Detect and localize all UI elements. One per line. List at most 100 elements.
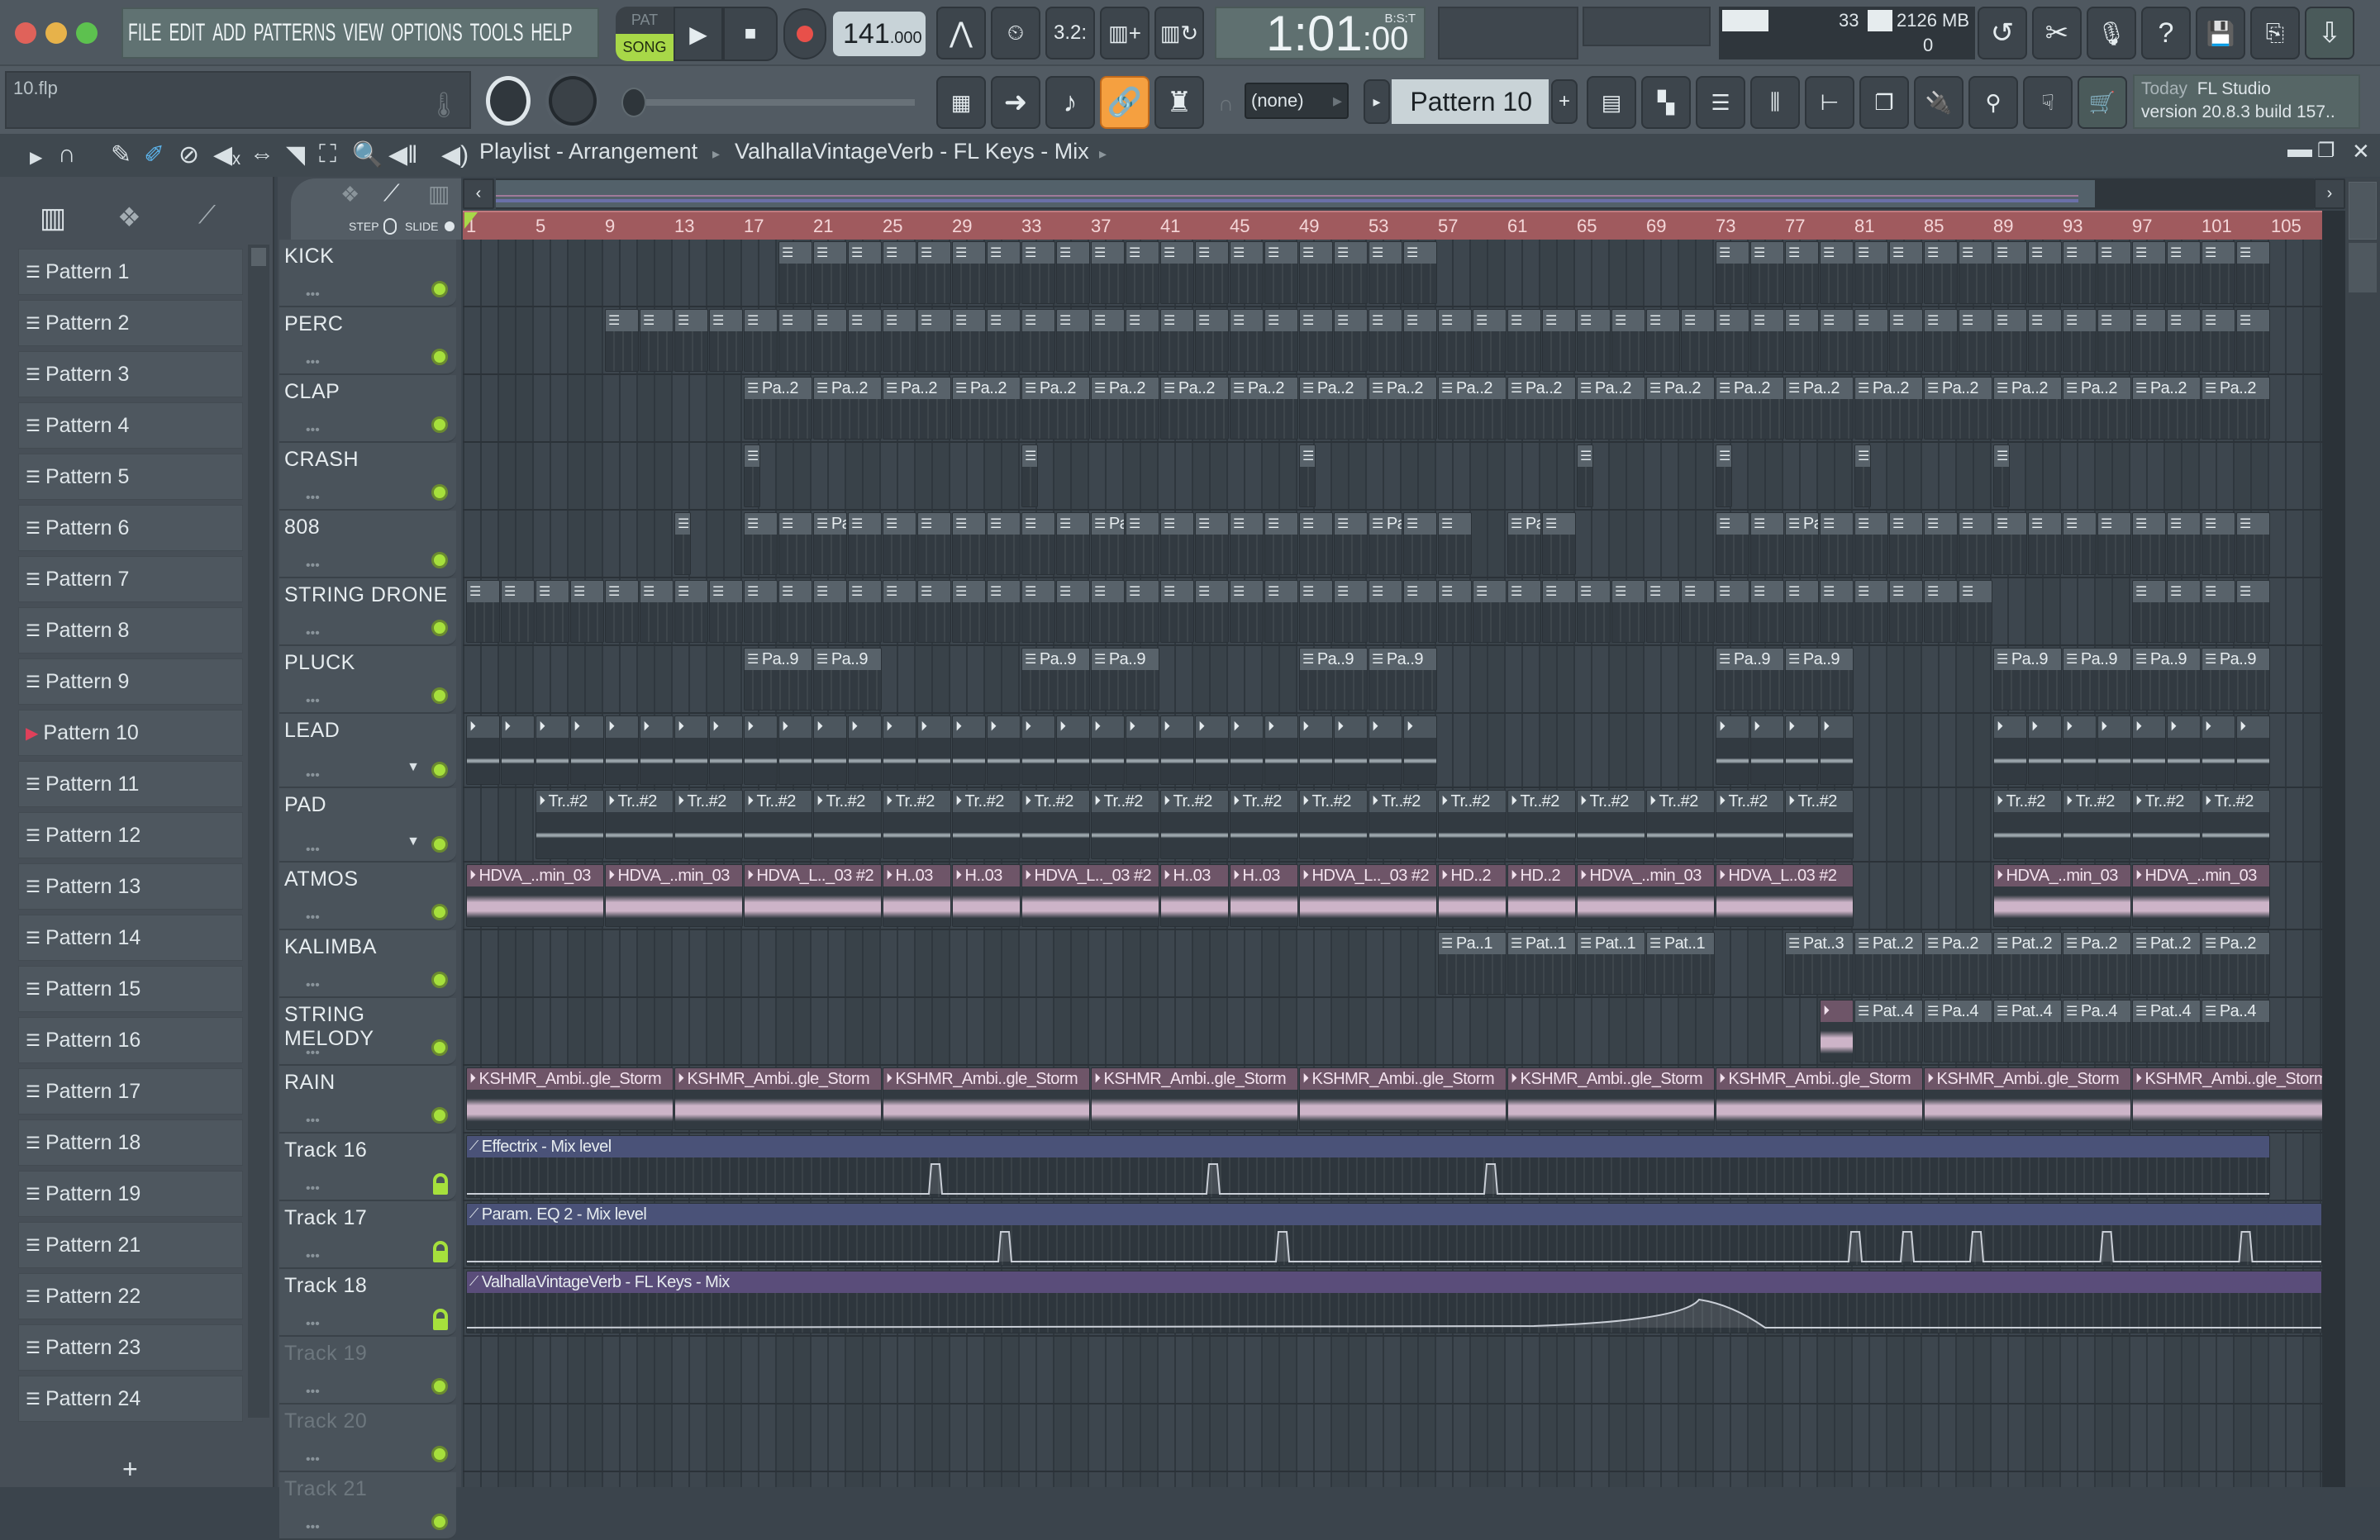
clip[interactable]: ⏵ KSHMR_Ambi..gle_Storm xyxy=(674,1067,882,1130)
add-pattern-plus-button[interactable]: + xyxy=(122,1454,138,1485)
clip[interactable]: ☰ xyxy=(848,580,882,643)
clip[interactable]: ☰ xyxy=(744,512,778,575)
breadcrumb-arrow-icon[interactable]: ▸ xyxy=(1099,145,1107,163)
menu-help[interactable]: HELP xyxy=(531,19,572,47)
clip[interactable]: ⏵ xyxy=(2028,715,2062,785)
clip[interactable]: ☰ xyxy=(917,241,951,304)
track-header[interactable]: Track 16 ••• xyxy=(279,1134,456,1201)
clip[interactable]: ☰ xyxy=(778,241,812,304)
clip[interactable]: ☰ xyxy=(1299,512,1333,575)
clip[interactable]: ☰ xyxy=(1264,309,1298,372)
clip[interactable]: ☰ xyxy=(1403,580,1437,643)
clip[interactable]: ⏵ Tr..#2 xyxy=(1507,790,1576,859)
clip[interactable]: ☰ xyxy=(1021,512,1055,575)
clip[interactable]: ☰ Pa..1 xyxy=(1438,932,1507,995)
clip[interactable]: ⏵ HDVA_L..03 #2 xyxy=(1716,864,1854,927)
clip[interactable]: ☰ xyxy=(1230,580,1264,643)
automation-curve[interactable] xyxy=(467,1157,2270,1197)
clip[interactable]: ☰ xyxy=(1716,512,1749,575)
clip[interactable]: ☰ xyxy=(1611,580,1645,643)
clip[interactable]: ⏵ xyxy=(2132,715,2166,785)
clip[interactable]: ☰ xyxy=(1264,580,1298,643)
track-menu-icon[interactable]: ••• xyxy=(306,423,320,438)
clip[interactable]: ⏵ HDVA_L.._03 #2 xyxy=(1021,864,1159,927)
piano-roll-window-button[interactable]: ▚ xyxy=(1641,76,1691,129)
clip[interactable]: ☰ xyxy=(536,580,569,643)
touch-controller-button[interactable]: ☟ xyxy=(2023,76,2073,129)
pattern-item[interactable]: ☰ Pattern 24 xyxy=(18,1376,243,1422)
clip[interactable]: ⏵ Tr..#2 xyxy=(1299,790,1368,859)
clip[interactable]: ☰ xyxy=(1889,309,1923,372)
clip[interactable]: ☰ xyxy=(709,580,743,643)
track-mute-led[interactable] xyxy=(431,1514,448,1530)
menu-options[interactable]: OPTIONS xyxy=(391,19,462,47)
clip[interactable]: ☰ xyxy=(1577,309,1611,372)
plugin-picker-button[interactable]: ⚲ xyxy=(1968,76,2018,129)
track-name[interactable]: CRASH xyxy=(284,448,359,472)
clip[interactable]: ⏵ xyxy=(848,715,882,785)
clip[interactable]: ⏵ xyxy=(1021,715,1055,785)
clip[interactable]: ☰ xyxy=(2097,512,2131,575)
track-menu-icon[interactable]: ••• xyxy=(306,1385,320,1400)
clip[interactable]: ☰ xyxy=(1264,241,1298,304)
clip[interactable]: ☰ xyxy=(1750,241,1784,304)
clip[interactable]: ☰ xyxy=(2028,309,2062,372)
track-mute-led[interactable] xyxy=(431,620,448,636)
clip[interactable]: ☰ xyxy=(1403,241,1437,304)
playhead-marker[interactable] xyxy=(464,212,478,229)
automation-icon[interactable]: ⟋ xyxy=(383,180,400,207)
playlist-grid[interactable]: ☰ ☰ ☰ ☰ ☰ ☰ ☰ ☰ ☰ ☰ ☰ ☰ ☰ ☰ ☰ ☰ ☰ ☰ ☰ ☰ ☰ ☰ ☰ ☰ ☰ ☰ ☰ ☰ ☰ ☰ ☰ ☰ ☰ ☰ ☰ ☰ ☰ ☰ ☰ ☰… xyxy=(463,240,2322,1487)
track-header[interactable]: KICK ••• xyxy=(279,240,456,307)
pattern-item[interactable]: ☰ Pattern 11 xyxy=(18,761,243,807)
clip[interactable]: ⏵ xyxy=(2202,715,2235,785)
clip[interactable]: ☰ xyxy=(848,241,882,304)
clip[interactable]: ☰ xyxy=(1820,241,1854,304)
clip[interactable]: ☰ Pat..4 xyxy=(1854,1000,1923,1062)
clip[interactable]: ☰ xyxy=(1993,309,2027,372)
clip[interactable]: ⏵ xyxy=(605,715,639,785)
draw-pencil-icon[interactable]: ✎ xyxy=(111,140,131,169)
clip[interactable]: ☰ xyxy=(605,580,639,643)
clip[interactable]: ☰ xyxy=(1334,309,1368,372)
vertical-scrollbar[interactable] xyxy=(2345,178,2380,1487)
clip[interactable]: ☰ xyxy=(1577,580,1611,643)
track-menu-icon[interactable]: ••• xyxy=(306,843,320,858)
audio-icon[interactable]: ❖ xyxy=(340,182,359,207)
clip[interactable]: ⟋ Effectrix - Mix level xyxy=(466,1135,2270,1198)
clip[interactable]: ☰ xyxy=(1785,309,1819,372)
clip[interactable]: ☰ xyxy=(2202,512,2235,575)
clip[interactable]: ☰ xyxy=(1889,241,1923,304)
clip[interactable]: ☰ xyxy=(1577,444,1593,507)
clip[interactable]: ☰ xyxy=(1785,580,1819,643)
pattern-item[interactable]: ☰ Pattern 2 xyxy=(18,300,243,346)
track-header[interactable]: ATMOS ••• xyxy=(279,863,456,930)
track-lane[interactable]: ☰ ☰ ☰ ☰ ☰ ☰ ☰ ☰ ☰ ☰ ☰ ☰ ☰ ☰ ☰ ☰ ☰ ☰ ☰ ☰ ☰ ☰ ☰ ☰ ☰ ☰ ☰ ☰ ☰ ☰ ☰ ☰ ☰ ☰ ☰ xyxy=(463,240,2322,307)
track-header[interactable]: Track 18 ••• xyxy=(279,1269,456,1337)
clip[interactable]: ☰ xyxy=(570,580,604,643)
clip[interactable]: ☰ xyxy=(1750,580,1784,643)
clip[interactable]: ☰ xyxy=(1126,580,1159,643)
clip[interactable]: ☰ Pa..2 xyxy=(883,377,951,440)
scroll-left-button[interactable]: ‹ xyxy=(463,178,494,209)
master-slider-handle[interactable] xyxy=(621,88,646,117)
shop-button[interactable]: 🛒 xyxy=(2078,76,2127,129)
clip[interactable]: ☰ Pa..9 xyxy=(1299,648,1368,711)
track-menu-icon[interactable]: ••• xyxy=(306,1317,320,1332)
lock-icon[interactable] xyxy=(433,1309,448,1330)
channel-selector[interactable]: (none) ▸ xyxy=(1245,83,1349,119)
clip[interactable]: ☰ xyxy=(1021,444,1038,507)
clip[interactable]: ☰ xyxy=(1438,580,1472,643)
clip[interactable]: ☰ xyxy=(917,512,951,575)
slip-icon[interactable]: ⇔ xyxy=(250,140,274,169)
clip[interactable]: ⏵ H..03 xyxy=(952,864,1021,927)
clip[interactable]: ☰ Pa..2 xyxy=(813,377,882,440)
clip[interactable]: ☰ xyxy=(1160,241,1194,304)
export-button[interactable]: ⎘ xyxy=(2250,7,2300,59)
clip[interactable]: ⏵ xyxy=(674,715,708,785)
song-mode[interactable]: SONG xyxy=(616,34,674,61)
clip[interactable]: ☰ xyxy=(2202,241,2235,304)
channel-rack-button[interactable]: ☰ xyxy=(1696,76,1745,129)
track-name[interactable]: KICK xyxy=(284,245,334,269)
clip[interactable]: ☰ Pat..1 xyxy=(1646,932,1715,995)
playlist-target[interactable]: ValhallaVintageVerb - FL Keys - Mix xyxy=(735,139,1089,164)
